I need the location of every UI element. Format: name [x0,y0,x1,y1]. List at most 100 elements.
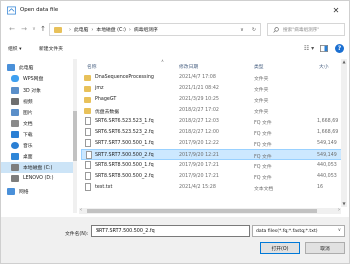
breadcrumb-current-folder[interactable]: 病毒组测序 [134,26,158,33]
search-placeholder: 搜索"病毒组测序" [283,27,320,33]
cancel-button[interactable]: 取消 [305,242,345,254]
help-button[interactable]: ? [334,43,345,54]
file-date: 2018/2/27 17:02 [179,108,219,113]
sidebar-item-videos[interactable]: 视频 [11,96,75,107]
file-name: test.txt [95,185,113,190]
computer-icon [7,64,15,71]
address-tools: ∨ ↻ [236,24,260,35]
file-row[interactable]: DnaSequenceProcessing 2021/4/7 17:08 文件夹 [81,72,347,83]
sidebar-item-downloads[interactable]: 下载 [11,129,75,140]
file-type: FQ 文件 [254,132,272,137]
chevron-down-icon[interactable]: ∨ [96,228,246,233]
sidebar-item-label: 桌面 [23,155,33,160]
download-icon [11,131,19,138]
file-row[interactable]: 优盘去数据 2018/2/27 17:02 文件夹 [81,105,347,116]
view-options-button[interactable]: ☷ ▾ [301,43,317,54]
file-row[interactable]: SRT8.SRT8.500.500_2.fq 2017/9/20 17:21 F… [81,171,347,182]
forward-button[interactable]: → [19,24,29,34]
back-button[interactable]: ← [7,24,17,34]
sidebar-item-label: 此电脑 [19,66,34,71]
cancel-button-label: 取消 [320,246,330,252]
file-name: 优盘去数据 [95,110,119,115]
sidebar-scrollbar[interactable] [73,59,77,213]
sidebar-item-label: 3D 对象 [23,89,41,94]
file-row[interactable]: SRT8.SRT8.500.500_1.fq 2017/9/20 17:21 F… [81,160,347,171]
scroll-up-icon[interactable]: ▲ [341,59,347,65]
column-header-type[interactable]: 类型 [254,63,264,70]
breadcrumb-separator: › [69,26,71,33]
sidebar-item-label: 音乐 [23,144,33,149]
file-type: FQ 文件 [254,176,272,181]
file-name: SRT8.SRT8.500.500_1.fq [95,163,154,168]
open-file-dialog: Open data file ✕ ← → ∨ ↑ › 此电脑 › 本地磁盘 (C… [0,0,350,264]
preview-pane-button[interactable] [319,43,329,54]
file-row[interactable]: jmz 2021/1/21 08:42 文件夹 [81,83,347,94]
horizontal-scrollbar-thumb[interactable] [87,209,317,213]
address-bar[interactable]: › 此电脑 › 本地磁盘 (C:) › 病毒组测序 ∨ ↻ [49,23,261,36]
navigation-pane: 此电脑 WPS网盘 3D 对象 视频 图片 文档 下载 音乐 桌面 本地磁盘 (… [1,59,77,213]
sidebar-item-network[interactable]: 网络 [7,186,71,197]
sidebar-item-music[interactable]: 音乐 [11,140,75,151]
sidebar-item-local-disk-c[interactable]: 本地磁盘 (C:) [1,162,73,173]
file-row-selected[interactable]: SRT7.SRT7.500.500_2.fq 2017/9/20 12:21 F… [81,149,347,160]
sidebar-scrollbar-thumb[interactable] [73,111,77,161]
new-folder-button[interactable]: 新建文件夹 [39,45,63,52]
filename-input[interactable]: SRT7.SRT7.500.500_2.fq ∨ [91,225,250,237]
navigation-bar: ← → ∨ ↑ › 此电脑 › 本地磁盘 (C:) › 病毒组测序 ∨ ↻ 搜索… [1,19,349,39]
command-bar: 组织 ▾ 新建文件夹 ☷ ▾ ? [1,40,349,57]
file-size: 440,053 [317,174,337,179]
file-type-filter[interactable]: data files(*.fq;*.fastq;*.txt) ∨ [252,225,345,237]
file-row[interactable]: SRT6.SRT6.523.523_2.fq 2018/2/27 12:00 F… [81,127,347,138]
breadcrumb-local-disk[interactable]: 本地磁盘 (C:) [96,26,125,33]
column-header-size[interactable]: 大小 [319,63,329,70]
sidebar-item-label: 视频 [23,100,33,105]
horizontal-scrollbar[interactable]: ‹ › [79,207,341,214]
file-row[interactable]: SRT6.SRT6.523.523_1.fq 2018/2/27 12:03 F… [81,116,347,127]
file-type: FQ 文件 [254,165,272,170]
scroll-left-icon[interactable]: ‹ [80,207,82,213]
file-row[interactable]: test.txt 2021/4/2 15:28 文本文档 16 [81,182,347,193]
folder-icon [84,108,91,114]
folder-icon [84,75,91,81]
refresh-icon[interactable]: ↻ [248,27,260,33]
sidebar-item-label: 网络 [19,190,29,195]
drive-icon [11,175,19,182]
sidebar-item-label: 文档 [23,122,33,127]
sidebar-item-lenovo-d[interactable]: LENOVO (D:) [11,173,75,184]
sidebar-item-desktop[interactable]: 桌面 [11,151,75,162]
breadcrumb-this-pc[interactable]: 此电脑 [74,26,88,33]
breadcrumb-separator: › [91,26,94,33]
sidebar-item-this-pc[interactable]: 此电脑 [7,62,71,73]
file-row[interactable]: SRT7.SRT7.500.500_1.fq 2017/9/20 12:22 F… [81,138,347,149]
file-date: 2021/4/7 17:08 [179,75,216,80]
filename-label: 文件名(N): [65,232,89,237]
sidebar-item-pictures[interactable]: 图片 [11,107,75,118]
open-button[interactable]: 打开(O) [260,242,300,254]
file-date: 2017/9/20 12:21 [179,153,219,158]
sidebar-item-label: LENOVO (D:) [23,176,54,181]
file-type: FQ 文件 [254,155,272,160]
organize-button[interactable]: 组织 ▾ [8,45,22,52]
column-header-date[interactable]: 修改日期 [179,63,198,70]
scroll-right-icon[interactable]: › [338,207,340,213]
file-date: 2021/4/2 15:28 [179,185,216,190]
file-icon [85,139,91,147]
file-row[interactable]: PhageGT 2021/3/29 10:25 文件夹 [81,94,347,105]
close-button[interactable]: ✕ [329,3,343,17]
file-name: SRT6.SRT6.523.523_1.fq [95,119,154,124]
scroll-down-icon[interactable]: ▼ [341,201,347,207]
sidebar-item-wps-drive[interactable]: WPS网盘 [11,73,75,84]
search-box[interactable]: 搜索"病毒组测序" [267,23,345,36]
file-list-scrollbar[interactable]: ▲ ▼ [341,59,347,207]
sidebar-item-label: 下载 [23,133,33,138]
column-header-name[interactable]: 名称 [87,63,97,70]
cloud-icon [11,75,19,82]
help-icon: ? [335,44,344,53]
sidebar-item-3d-objects[interactable]: 3D 对象 [11,85,75,96]
window-title: Open data file [20,7,59,13]
file-list: ∧ 名称 修改日期 类型 大小 DnaSequenceProcessing 20… [79,59,347,207]
column-header: ∧ 名称 修改日期 类型 大小 [79,59,347,72]
chevron-down-icon[interactable]: ∨ [236,27,248,33]
up-button[interactable]: ↑ [38,24,48,34]
sidebar-item-documents[interactable]: 文档 [11,118,75,129]
